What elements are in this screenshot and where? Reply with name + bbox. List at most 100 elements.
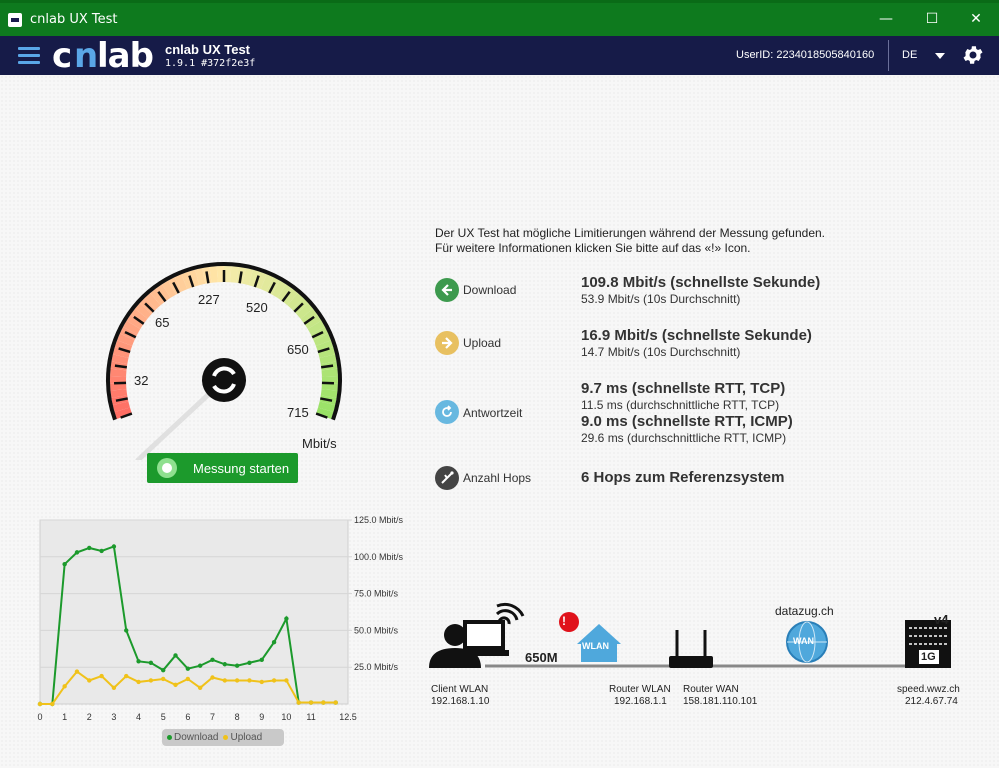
chart-point-upload[interactable] <box>197 685 203 691</box>
chart-x-tick-label: 0 <box>37 712 42 722</box>
chart-x-tick-label: 6 <box>185 712 190 722</box>
chart-point-download[interactable] <box>62 561 67 567</box>
gauge-label-520: 520 <box>246 300 268 315</box>
chart-point-download[interactable] <box>136 659 141 664</box>
gauge-tick <box>320 364 334 369</box>
chart-point-download[interactable] <box>185 666 191 671</box>
chart-point-upload[interactable] <box>87 678 92 683</box>
chart-x-tick-label: 4 <box>136 712 141 722</box>
chart-point-download[interactable] <box>124 628 129 633</box>
download-fastest: 109.8 Mbit/s (schnellste Sekunde) <box>581 274 821 291</box>
provider-name: datazug.ch <box>775 604 834 618</box>
chart-point-upload[interactable] <box>222 678 227 683</box>
chart-point-upload[interactable] <box>296 700 301 705</box>
chart-point-download[interactable] <box>271 639 277 645</box>
chart-point-download[interactable] <box>99 548 104 554</box>
wlan-badge: WLAN <box>582 641 609 651</box>
legend-upload-label: Upload <box>230 732 263 743</box>
chart-point-upload[interactable] <box>308 700 314 705</box>
warning-mark: ! <box>562 614 566 628</box>
client-computer-icon[interactable] <box>429 602 525 668</box>
chart-x-tick-label: 9 <box>259 712 264 722</box>
chart-point-upload[interactable] <box>271 678 277 683</box>
chart-y-tick-label: 50.0 Mbit/s <box>354 625 399 635</box>
chart-point-download[interactable] <box>111 544 117 549</box>
window-titlebar: cnlab UX Test — ☐ ✕ <box>0 0 999 36</box>
chart-point-upload[interactable] <box>148 678 154 683</box>
chart-point-upload[interactable] <box>136 679 141 685</box>
gauge-unit: Mbit/s <box>302 436 337 451</box>
latency-icmp-average: 29.6 ms (durchschnittliche RTT, ICMP) <box>581 431 787 445</box>
chart-point-upload[interactable] <box>234 678 240 683</box>
user-id: UserID: 2234018505840160 <box>736 49 875 61</box>
server-label: speed.wwz.ch <box>897 684 960 695</box>
chart-x-tick-label: 11 <box>306 712 315 722</box>
start-measurement-button[interactable]: Messung starten <box>147 453 298 483</box>
chart-point-upload[interactable] <box>62 684 67 689</box>
chart-point-upload[interactable] <box>37 701 43 707</box>
minimize-button[interactable]: — <box>863 3 909 36</box>
chart-y-tick-label: 100.0 Mbit/s <box>354 552 404 562</box>
chart-point-upload[interactable] <box>321 700 326 705</box>
download-legend-dot <box>167 735 172 740</box>
wan-badge: WAN <box>793 636 814 646</box>
wan-router-icon[interactable] <box>669 630 713 668</box>
chart-point-download[interactable] <box>210 657 215 663</box>
chart-point-upload[interactable] <box>50 701 55 707</box>
chart-x-tick-label: 3 <box>111 712 116 722</box>
chevron-down-icon[interactable] <box>935 53 945 59</box>
chart-point-download[interactable] <box>234 663 240 668</box>
svg-text:n: n <box>74 37 97 73</box>
router-wlan-label: Router WLAN <box>609 684 671 695</box>
chart-x-tick-label: 1 <box>62 712 67 722</box>
app-version: 1.9.1 #372f2e3f <box>165 58 256 69</box>
chart-point-upload[interactable] <box>185 676 191 682</box>
gear-icon[interactable] <box>961 43 985 67</box>
chart-point-download[interactable] <box>284 616 289 621</box>
chart-x-tick-label: 12.5 <box>339 712 357 722</box>
maximize-button[interactable]: ☐ <box>909 3 955 36</box>
notice-line-2: Für weitere Informationen klicken Sie bi… <box>435 241 751 255</box>
hops-label: Anzahl Hops <box>463 471 532 485</box>
router-wan-label: Router WAN <box>683 684 739 695</box>
chart-x-tick-label: 7 <box>210 712 215 722</box>
chart-point-upload[interactable] <box>284 678 289 683</box>
chart-point-upload[interactable] <box>210 675 215 680</box>
chart-point-upload[interactable] <box>124 673 129 679</box>
chart-point-upload[interactable] <box>247 678 252 683</box>
chart-point-download[interactable] <box>197 663 203 668</box>
legend-download[interactable]: Download <box>167 732 218 743</box>
hamburger-menu-icon[interactable] <box>18 47 40 64</box>
chart-point-download[interactable] <box>173 653 178 658</box>
app-name: cnlab UX Test <box>165 42 251 57</box>
close-button[interactable]: ✕ <box>953 3 999 36</box>
chart-legend[interactable]: Download Upload <box>162 729 284 746</box>
speed-chart: 0 1 2 3 4 5 6 7 8 9 10 11 12.5 125.0 Mbit/s 100.0 Mbi… <box>37 515 404 722</box>
app-header: c n lab cnlab UX Test 1.9.1 #372f2e3f Us… <box>0 36 999 76</box>
chart-point-download[interactable] <box>74 550 80 555</box>
chart-point-upload[interactable] <box>173 682 178 688</box>
latency-tcp-average: 11.5 ms (durchschnittliche RTT, TCP) <box>581 398 780 412</box>
chart-point-upload[interactable] <box>74 669 80 674</box>
chart-point-download[interactable] <box>222 662 227 667</box>
chart-point-upload[interactable] <box>161 676 166 682</box>
upload-icon <box>435 331 459 355</box>
upload-fastest: 16.9 Mbit/s (schnellste Sekunde) <box>581 327 812 344</box>
chart-point-upload[interactable] <box>333 700 338 705</box>
chart-point-download[interactable] <box>259 657 264 663</box>
chart-point-download[interactable] <box>148 660 154 665</box>
upload-average: 14.7 Mbit/s (10s Durchschnitt) <box>581 345 741 359</box>
server-ip: 212.4.67.74 <box>905 696 958 707</box>
svg-text:lab: lab <box>97 37 153 73</box>
chart-point-upload[interactable] <box>259 679 264 685</box>
chart-point-upload[interactable] <box>99 673 104 679</box>
legend-upload[interactable]: Upload <box>223 732 262 743</box>
chart-point-upload[interactable] <box>111 685 117 691</box>
download-average: 53.9 Mbit/s (10s Durchschnitt) <box>581 292 741 306</box>
chart-point-download[interactable] <box>87 545 92 551</box>
router-wlan-ip: 192.168.1.1 <box>614 696 667 707</box>
chart-point-download[interactable] <box>161 667 166 673</box>
chart-point-download[interactable] <box>247 660 252 665</box>
gauge-hub <box>202 358 246 402</box>
language-select[interactable]: DE <box>902 49 917 61</box>
